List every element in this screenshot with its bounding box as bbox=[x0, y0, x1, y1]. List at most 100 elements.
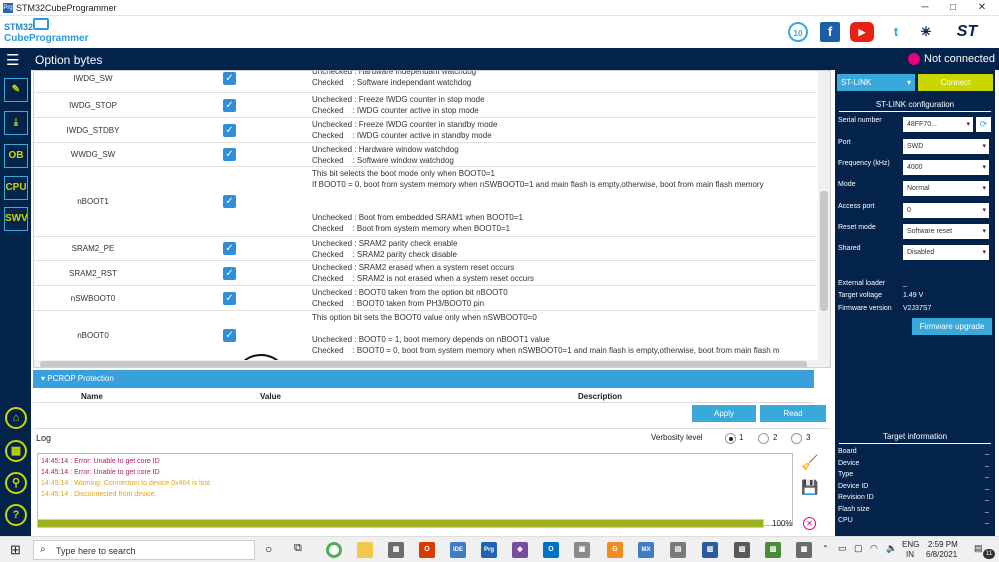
app-icon-9[interactable]: ▣ bbox=[574, 542, 590, 558]
chrome-icon[interactable] bbox=[326, 542, 342, 558]
interface-value: ST-LINK bbox=[841, 78, 872, 87]
minimize-button[interactable]: ─ bbox=[910, 0, 940, 16]
maximize-button[interactable]: □ bbox=[938, 0, 968, 16]
chip-icon[interactable]: ▦ bbox=[5, 440, 27, 462]
anniversary-icon[interactable]: 10 bbox=[788, 22, 808, 42]
firmware-upgrade-button[interactable]: Firmware upgrade bbox=[912, 318, 992, 335]
vertical-scrollbar[interactable] bbox=[818, 71, 830, 367]
option-byte-description: Unchecked : SRAM2 parity check enable Ch… bbox=[312, 239, 458, 259]
config-select[interactable]: 4000 ▾ bbox=[903, 160, 989, 175]
sidebar-item-cpu[interactable]: CPU bbox=[4, 176, 28, 200]
clock-time[interactable]: 2:59 PM bbox=[928, 540, 958, 549]
option-byte-checkbox[interactable]: ✓ bbox=[223, 242, 236, 255]
option-byte-checkbox[interactable]: ✓ bbox=[223, 291, 236, 305]
office-icon[interactable]: O bbox=[419, 542, 435, 558]
config-select[interactable]: Disabled ▾ bbox=[903, 245, 989, 260]
verbosity-radio-1[interactable] bbox=[725, 433, 736, 444]
config-select[interactable]: SWD ▾ bbox=[903, 139, 989, 154]
horizontal-scrollbar[interactable] bbox=[34, 360, 818, 367]
option-byte-checkbox[interactable]: ✓ bbox=[223, 72, 236, 85]
option-byte-row: SRAM2_RST ✓ Unchecked : SRAM2 erased when … bbox=[34, 261, 816, 286]
volume-icon[interactable]: 🔈 bbox=[886, 543, 897, 554]
pcrop-columns: Name Value Description bbox=[33, 389, 814, 403]
app-icon-7[interactable]: ◆ bbox=[512, 542, 528, 558]
option-byte-description: Unchecked : BOOT0 taken from the option … bbox=[312, 288, 508, 308]
task-view-icon[interactable]: ⧉ bbox=[294, 542, 302, 555]
verbosity-radio-2[interactable] bbox=[758, 433, 769, 444]
help-icon[interactable]: ? bbox=[5, 504, 27, 526]
config-select[interactable]: 48FF70... ▾ bbox=[903, 117, 973, 132]
pcrop-protection-header[interactable]: ▾ PCROP Protection bbox=[33, 370, 814, 388]
language-indicator[interactable]: ENG bbox=[902, 540, 919, 549]
close-button[interactable]: ✕ bbox=[967, 0, 997, 16]
left-sidebar: ✎ ⤓ OB CPU SWV ⌂ ▦ ⚲ ? bbox=[0, 70, 31, 536]
app-icon-mx[interactable]: MX bbox=[638, 542, 654, 558]
file-explorer-icon[interactable] bbox=[357, 542, 373, 558]
cube-logo-icon bbox=[33, 18, 49, 30]
download-icon[interactable]: ⤓ bbox=[4, 111, 28, 135]
target-info-value: _ bbox=[985, 505, 989, 513]
cubeprogrammer-taskbar-icon[interactable]: Prg bbox=[481, 542, 497, 558]
monitor-icon[interactable]: ▢ bbox=[854, 543, 863, 554]
home-icon[interactable]: ⌂ bbox=[5, 407, 27, 429]
column-description: Description bbox=[578, 392, 623, 401]
page-title: Option bytes bbox=[35, 53, 103, 67]
outlook-icon[interactable]: O bbox=[543, 542, 559, 558]
option-byte-row: SRAM2_PE ✓ Unchecked : SRAM2 parity check … bbox=[34, 237, 816, 261]
option-byte-name: IWDG_STDBY bbox=[66, 125, 120, 135]
refresh-icon[interactable]: ⟳ bbox=[976, 117, 991, 132]
app-icon-12[interactable]: ▤ bbox=[670, 542, 686, 558]
hamburger-menu-icon[interactable]: ☰ bbox=[6, 51, 19, 69]
twitter-icon[interactable]: t bbox=[886, 22, 906, 42]
interface-select[interactable]: ST-LINK ▾ bbox=[837, 74, 915, 91]
log-line: 14:45:14 : Disconnected from device. bbox=[41, 491, 157, 498]
option-byte-checkbox[interactable]: ✓ bbox=[223, 329, 236, 342]
app-icon-14[interactable]: ▧ bbox=[734, 542, 750, 558]
external-loader-label: External loader bbox=[838, 280, 886, 287]
connect-button[interactable]: Connect bbox=[918, 74, 993, 91]
option-byte-name: nBOOT0 bbox=[77, 331, 109, 340]
column-name: Name bbox=[81, 392, 103, 401]
verbosity-radio-3[interactable] bbox=[791, 433, 802, 444]
option-byte-checkbox[interactable]: ✓ bbox=[223, 148, 236, 161]
app-icon-15[interactable]: ▨ bbox=[765, 542, 781, 558]
target-voltage-label: Target voltage bbox=[838, 292, 882, 299]
network-icon[interactable]: ✳ bbox=[916, 22, 936, 42]
app-icon-13[interactable]: ▥ bbox=[702, 542, 718, 558]
app-icon-10[interactable]: G bbox=[607, 542, 623, 558]
facebook-icon[interactable]: f bbox=[820, 22, 840, 42]
clear-log-icon[interactable]: 🧹 bbox=[801, 454, 818, 471]
config-value: 4000 bbox=[907, 164, 923, 171]
logo-line1: STM32 bbox=[4, 22, 34, 32]
config-select[interactable]: Software reset ▾ bbox=[903, 224, 989, 239]
ide-icon[interactable]: IDE bbox=[450, 542, 466, 558]
option-byte-checkbox[interactable]: ✓ bbox=[223, 266, 236, 280]
right-panel: ST-LINK ▾ Connect ST-LINK configuration S… bbox=[835, 70, 995, 536]
app-icon-16[interactable]: ▩ bbox=[796, 542, 812, 558]
config-select[interactable]: 0 ▾ bbox=[903, 203, 989, 218]
option-byte-checkbox[interactable]: ✓ bbox=[223, 195, 236, 208]
option-byte-checkbox[interactable]: ✓ bbox=[223, 98, 236, 112]
log-output[interactable]: 14:45:14 : Error: Unable to get core ID 1… bbox=[37, 453, 793, 526]
windows-start-icon[interactable]: ⊞ bbox=[10, 542, 21, 558]
config-value: 48FF70... bbox=[907, 121, 937, 128]
youtube-icon[interactable]: ▶ bbox=[850, 22, 874, 42]
option-byte-checkbox[interactable]: ✓ bbox=[223, 123, 236, 137]
sidebar-item-swv[interactable]: SWV bbox=[4, 207, 28, 231]
read-button[interactable]: Read bbox=[760, 405, 826, 422]
notification-icon[interactable]: ▤ bbox=[974, 543, 983, 554]
save-log-icon[interactable]: 💾 bbox=[801, 479, 818, 496]
battery-icon[interactable]: ▭ bbox=[838, 543, 847, 554]
config-select[interactable]: Normal ▾ bbox=[903, 181, 989, 196]
show-hidden-icons-icon[interactable]: ⌃ bbox=[822, 544, 829, 553]
plug-icon[interactable]: ⚲ bbox=[5, 472, 27, 494]
edit-icon[interactable]: ✎ bbox=[4, 78, 28, 102]
cancel-icon[interactable]: ✕ bbox=[803, 517, 816, 530]
sidebar-item-ob[interactable]: OB bbox=[4, 144, 28, 168]
calculator-icon[interactable]: ▦ bbox=[388, 542, 404, 558]
taskbar-search-box[interactable]: ⌕ Type here to search bbox=[33, 540, 255, 560]
apply-button[interactable]: Apply bbox=[692, 405, 756, 422]
st-logo-icon[interactable]: ST bbox=[946, 22, 988, 42]
cortana-icon[interactable]: ○ bbox=[265, 542, 272, 556]
wifi-icon[interactable]: ◠ bbox=[870, 543, 878, 554]
